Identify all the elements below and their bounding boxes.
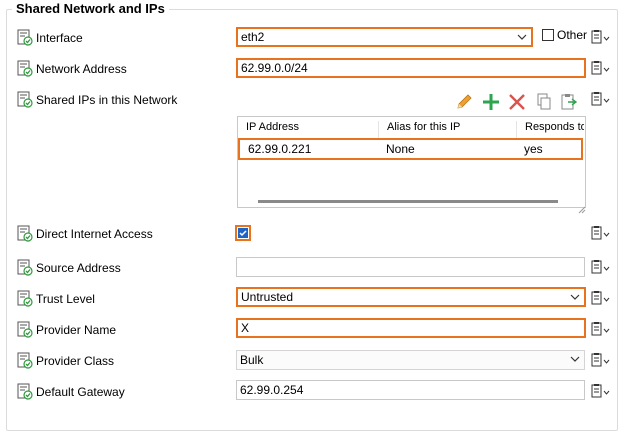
cell-ip: 62.99.0.221 <box>248 142 312 156</box>
source-address-input[interactable] <box>236 257 585 277</box>
interface-value: eth2 <box>241 30 265 44</box>
interface-label: Interface <box>36 31 83 45</box>
resize-grip-icon[interactable] <box>578 206 586 214</box>
chevron-down-icon <box>570 355 580 363</box>
cell-alias: None <box>386 142 415 156</box>
checkmark-icon <box>238 228 248 238</box>
direct-internet-label: Direct Internet Access <box>36 227 153 241</box>
default-gateway-label: Default Gateway <box>36 385 125 399</box>
default-gateway-label-row: Default Gateway <box>17 383 125 401</box>
table-row[interactable]: 62.99.0.221 None yes <box>238 138 583 160</box>
provider-class-select[interactable]: Bulk <box>236 350 585 370</box>
other-label: Other <box>557 28 588 42</box>
paste-icon[interactable] <box>559 93 579 111</box>
trust-level-value: Untrusted <box>241 290 294 304</box>
clipboard-menu-icon[interactable] <box>590 352 612 368</box>
default-gateway-input[interactable]: 62.99.0.254 <box>236 380 585 400</box>
interface-select[interactable]: eth2 <box>236 27 533 47</box>
clipboard-menu-icon[interactable] <box>590 259 612 275</box>
column-header-ip[interactable]: IP Address <box>238 121 378 139</box>
horizontal-scrollbar[interactable] <box>258 200 558 203</box>
clipboard-menu-icon[interactable] <box>590 383 612 399</box>
trust-level-label: Trust Level <box>36 292 95 306</box>
direct-internet-checkbox[interactable] <box>235 225 251 241</box>
chevron-down-icon <box>570 293 580 301</box>
provider-name-input[interactable]: X <box>236 318 586 338</box>
config-setting-icon <box>17 290 33 308</box>
config-setting-icon <box>17 383 33 401</box>
provider-class-value: Bulk <box>240 353 264 367</box>
shared-ips-label: Shared IPs in this Network <box>36 93 178 107</box>
table-header: IP Address Alias for this IP Responds to <box>238 121 584 139</box>
direct-internet-label-row: Direct Internet Access <box>17 225 153 243</box>
other-checkbox[interactable] <box>542 29 554 41</box>
clipboard-menu-icon[interactable] <box>590 91 612 107</box>
config-setting-icon <box>17 91 33 109</box>
config-setting-icon <box>17 259 33 277</box>
provider-name-label: Provider Name <box>36 323 117 337</box>
network-address-label: Network Address <box>36 62 127 76</box>
network-address-value: 62.99.0.0/24 <box>241 61 308 75</box>
group-title: Shared Network and IPs <box>12 1 169 16</box>
chevron-down-icon <box>517 33 527 41</box>
source-address-label: Source Address <box>36 261 121 275</box>
network-address-input[interactable]: 62.99.0.0/24 <box>236 58 586 78</box>
clipboard-menu-icon[interactable] <box>590 225 612 241</box>
network-address-label-row: Network Address <box>17 60 127 78</box>
provider-name-value: X <box>241 321 250 335</box>
clipboard-menu-icon[interactable] <box>590 290 612 306</box>
copy-icon[interactable] <box>533 93 553 111</box>
edit-pencil-icon[interactable] <box>455 93 475 111</box>
column-header-alias[interactable]: Alias for this IP <box>378 121 516 139</box>
trust-level-label-row: Trust Level <box>17 290 95 308</box>
config-setting-icon <box>17 225 33 243</box>
clipboard-menu-icon[interactable] <box>590 60 612 76</box>
config-setting-icon <box>17 321 33 339</box>
shared-ips-label-row: Shared IPs in this Network <box>17 91 177 109</box>
provider-name-label-row: Provider Name <box>17 321 116 339</box>
clipboard-menu-icon[interactable] <box>590 321 612 337</box>
provider-class-label-row: Provider Class <box>17 352 114 370</box>
trust-level-select[interactable]: Untrusted <box>236 287 586 307</box>
config-setting-icon <box>17 352 33 370</box>
delete-x-icon[interactable] <box>507 93 527 111</box>
config-setting-icon <box>17 29 33 47</box>
default-gateway-value: 62.99.0.254 <box>240 383 304 397</box>
source-address-label-row: Source Address <box>17 259 121 277</box>
shared-ips-toolbar <box>455 93 579 111</box>
other-option[interactable]: Other <box>542 28 587 42</box>
cell-responds: yes <box>524 142 543 156</box>
shared-ips-table: IP Address Alias for this IP Responds to… <box>237 116 586 208</box>
interface-label-row: Interface <box>17 29 83 47</box>
column-header-responds[interactable]: Responds to <box>516 121 584 139</box>
clipboard-menu-icon[interactable] <box>590 29 612 45</box>
provider-class-label: Provider Class <box>36 354 115 368</box>
add-plus-icon[interactable] <box>481 93 501 111</box>
config-setting-icon <box>17 60 33 78</box>
